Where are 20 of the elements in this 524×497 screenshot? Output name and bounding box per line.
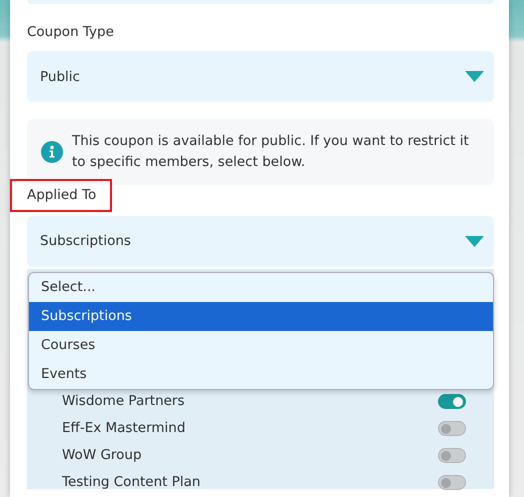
member-name: Wisdome Partners xyxy=(62,392,185,411)
member-name: Eff-Ex Mastermind xyxy=(62,418,186,438)
coupon-type-select[interactable]: Public xyxy=(27,51,494,102)
toggle-switch[interactable] xyxy=(438,420,466,436)
info-icon xyxy=(41,141,63,164)
toggle-switch[interactable] xyxy=(438,474,466,490)
field-label: Applied To xyxy=(12,181,110,210)
info-text: This coupon is available for public. If you want to restrict it to specific members, select below. xyxy=(72,132,470,172)
member-name: WoW Group xyxy=(62,446,142,465)
applied-to-select[interactable]: Subscriptions xyxy=(27,216,494,266)
toggle-switch[interactable] xyxy=(438,448,466,462)
dropdown-option[interactable]: Events xyxy=(29,360,493,389)
dropdown-option[interactable]: Select... xyxy=(29,273,493,302)
field-label: Coupon Type xyxy=(27,23,114,42)
caret-icon xyxy=(465,71,484,82)
dropdown-option[interactable]: Subscriptions xyxy=(29,302,493,331)
dropdown-option[interactable]: Courses xyxy=(29,331,493,360)
caret-icon xyxy=(465,236,484,246)
member-name: Testing Content Plan xyxy=(62,472,200,492)
toggle-switch[interactable] xyxy=(438,394,466,408)
